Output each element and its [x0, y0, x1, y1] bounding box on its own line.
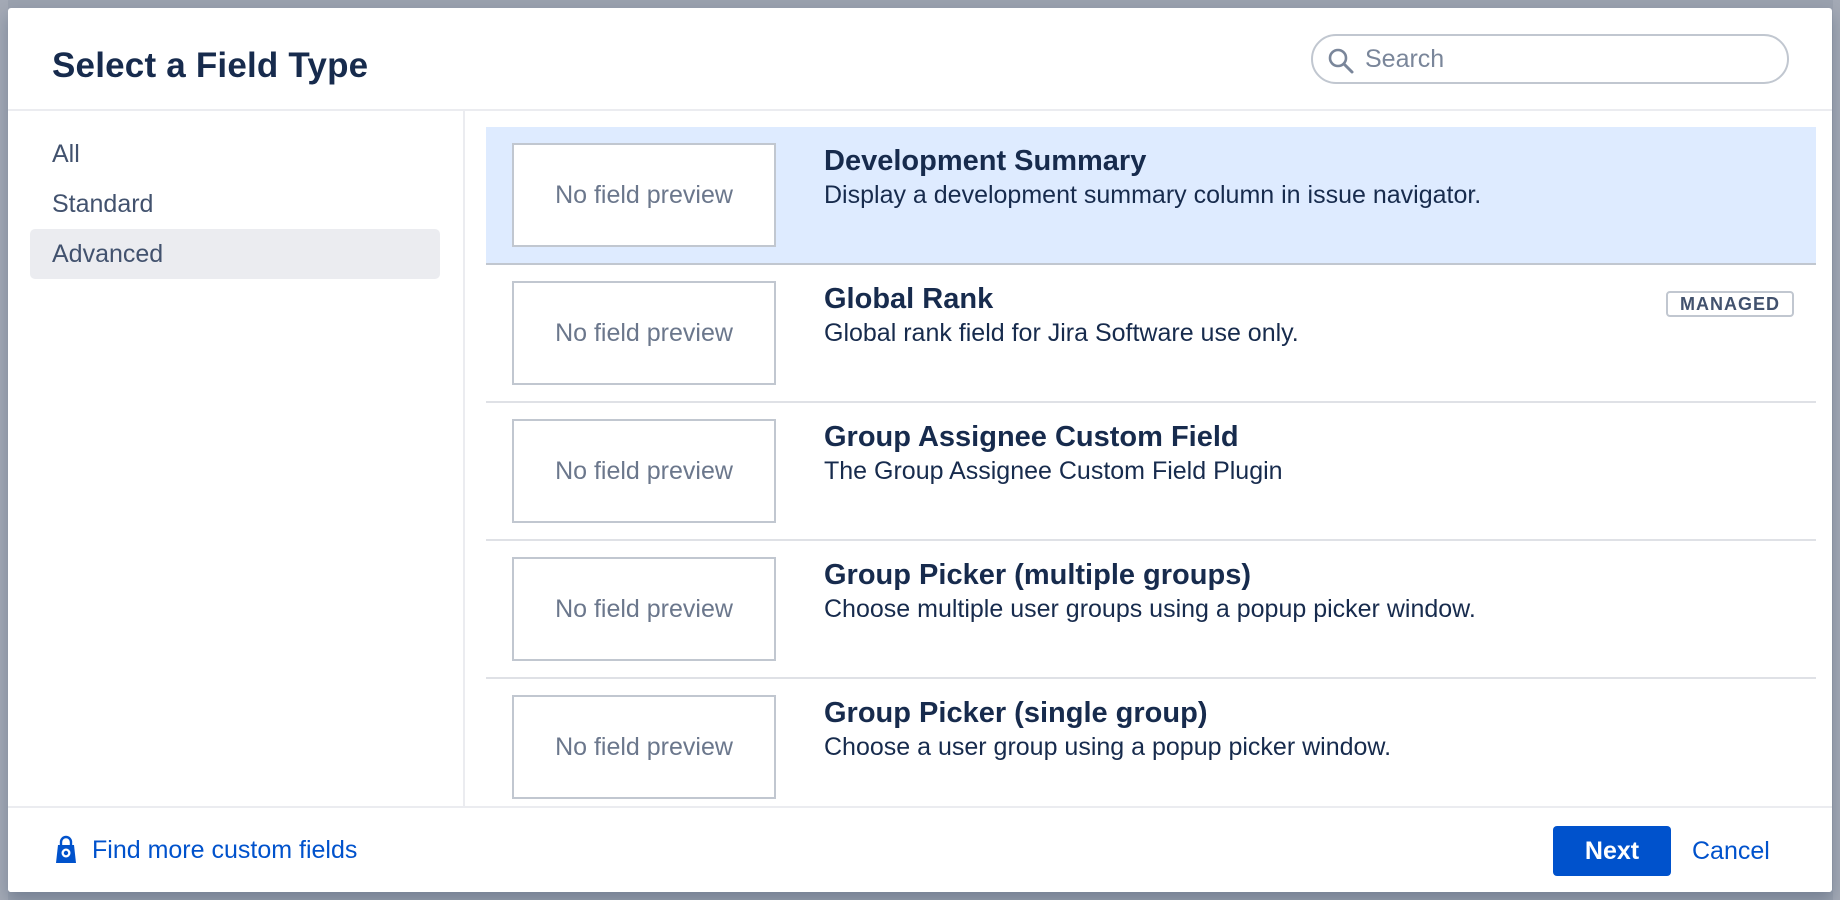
background-right-edge — [1833, 0, 1840, 900]
search-input[interactable] — [1365, 42, 1775, 76]
field-title: Group Picker (single group) — [824, 697, 1208, 729]
search-icon — [1328, 48, 1354, 74]
field-type-row-group-assignee[interactable]: No field preview Group Assignee Custom F… — [486, 403, 1816, 541]
field-title: Development Summary — [824, 145, 1147, 177]
field-preview: No field preview — [512, 557, 776, 661]
managed-badge: MANAGED — [1666, 291, 1794, 317]
background-left-edge — [0, 0, 8, 900]
dialog-footer: Find more custom fields Next Cancel — [8, 806, 1832, 892]
field-title: Global Rank — [824, 283, 994, 315]
field-title: Group Picker (multiple groups) — [824, 559, 1251, 591]
field-preview: No field preview — [512, 143, 776, 247]
sidebar-item-advanced[interactable]: Advanced — [30, 229, 440, 279]
field-preview: No field preview — [512, 695, 776, 799]
field-title: Group Assignee Custom Field — [824, 421, 1239, 453]
find-more-label: Find more custom fields — [92, 835, 358, 864]
field-description: Global rank field for Jira Software use … — [824, 319, 1299, 347]
field-description: Choose multiple user groups using a popu… — [824, 595, 1476, 623]
field-type-row-group-picker-single[interactable]: No field preview Group Picker (single gr… — [486, 679, 1816, 807]
field-type-row-development-summary[interactable]: No field preview Development Summary Dis… — [486, 127, 1816, 265]
field-type-row-global-rank[interactable]: No field preview Global Rank Global rank… — [486, 265, 1816, 403]
field-type-list: No field preview Development Summary Dis… — [486, 127, 1816, 807]
find-more-custom-fields-link[interactable]: Find more custom fields — [52, 832, 357, 868]
dialog-header: Select a Field Type — [8, 8, 1832, 111]
next-button[interactable]: Next — [1553, 826, 1671, 876]
search-box[interactable] — [1311, 34, 1789, 84]
marketplace-bag-icon — [56, 835, 76, 863]
field-type-row-group-picker-multiple[interactable]: No field preview Group Picker (multiple … — [486, 541, 1816, 679]
category-sidebar: All Standard Advanced — [8, 111, 465, 806]
field-description: The Group Assignee Custom Field Plugin — [824, 457, 1283, 485]
field-preview: No field preview — [512, 281, 776, 385]
field-description: Display a development summary column in … — [824, 181, 1482, 209]
field-preview: No field preview — [512, 419, 776, 523]
sidebar-item-standard[interactable]: Standard — [30, 179, 440, 229]
cancel-button[interactable]: Cancel — [1692, 826, 1770, 876]
field-description: Choose a user group using a popup picker… — [824, 733, 1392, 761]
sidebar-item-all[interactable]: All — [30, 129, 440, 179]
dialog-title: Select a Field Type — [52, 46, 369, 85]
select-field-type-dialog: Select a Field Type All Standard Advance… — [8, 8, 1832, 892]
